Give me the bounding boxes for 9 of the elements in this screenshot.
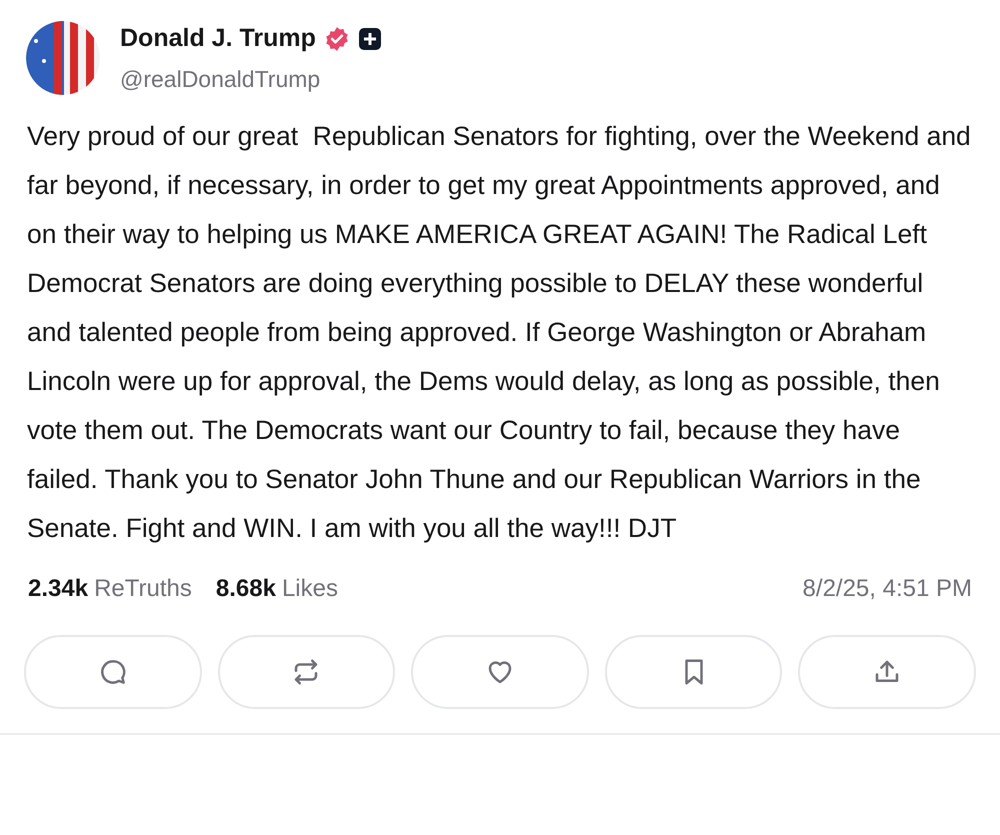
author-handle: @realDonaldTrump bbox=[120, 64, 322, 94]
post-timestamp: 8/2/25, 4:51 PM bbox=[802, 574, 972, 604]
stat-count: 8.68k bbox=[216, 574, 276, 604]
plus-badge-icon bbox=[358, 26, 382, 51]
stat-label: ReTruths bbox=[94, 574, 192, 604]
stat-label: Likes bbox=[282, 574, 338, 604]
post-text: Very proud of our great Republican Senators for fighting, over the Weekend and far beyond, if necessary, in order to get my great Appointments approved, and on their way to helping us MAKE AMERICA GREAT AGAIN! The Radical Left Democrat Senators are doing everything possible to DELAY these wonderful and talented people from being approved. If George Washington or Abraham Lincoln were up for approval, the Dems would delay, as long as possible, then vote them out. The Democrats want our Country to fail, because they have failed. Thank you to Senator John Thune and our Republican Warriors in the Senate. Fight and WIN. I am with you all the way!!! DJT bbox=[26, 120, 972, 545]
stat-count: 2.34k bbox=[28, 574, 88, 604]
author-name: Donald J. Trump bbox=[120, 23, 316, 54]
